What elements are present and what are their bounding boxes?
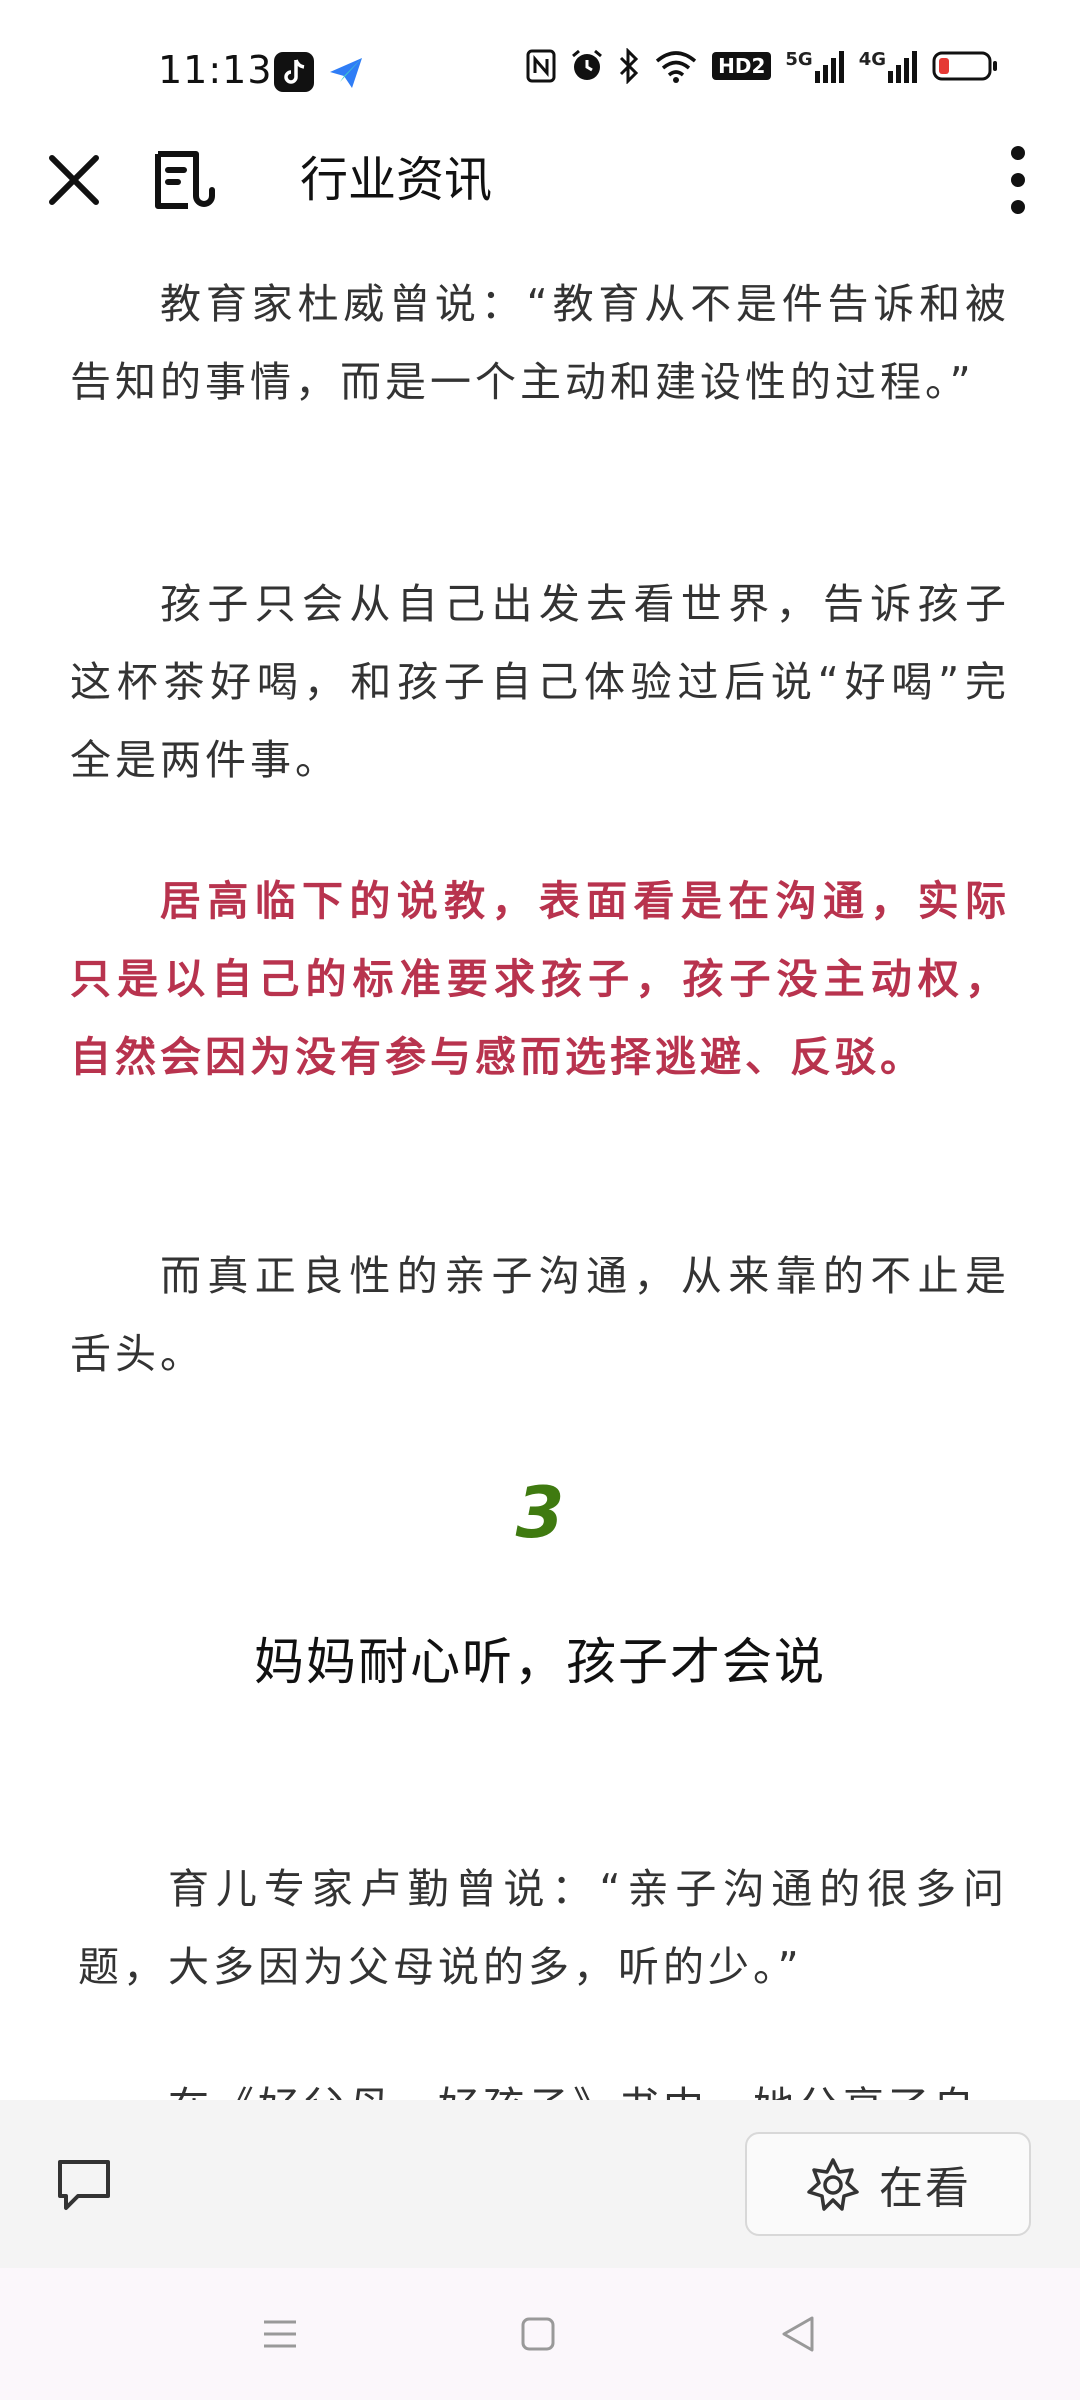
feishu-icon [326,52,366,92]
close-button[interactable] [44,150,104,210]
comment-icon [58,2160,110,2210]
nfc-icon [526,49,556,83]
alarm-icon [570,49,604,83]
zaikan-label: 在看 [879,2163,971,2214]
section-title: 妈妈耐心听，孩子才会说 [254,1633,826,1691]
app-bar: 行业资讯 [0,140,1080,240]
more-vertical-icon [1011,146,1025,214]
signal-5g-icon: 5G [785,49,844,83]
status-time: 11:13 [158,48,273,92]
bottom-action-bar: 在看 [0,2100,1080,2268]
tiktok-icon [274,52,314,92]
bluetooth-icon [618,48,640,84]
signal-4g-label: 4G [858,49,886,70]
reader-mode-icon [155,151,215,209]
home-square-icon [521,2317,555,2351]
zaikan-button[interactable]: 在看 [745,2132,1031,2236]
reader-mode-button[interactable] [152,150,218,210]
menu-lines-icon [264,2320,296,2348]
signal-4g-icon: 4G [859,49,918,83]
zaikan-flower-icon [807,2158,859,2211]
back-triangle-icon [782,2316,814,2352]
article-paragraph: 育儿专家卢勤曾说：“亲子沟通的很多问题，大多因为父母说的多，听的少。” [78,1865,1008,1991]
comment-button[interactable] [56,2158,112,2212]
battery-low-icon [932,51,998,81]
hd2-icon: HD2 [712,52,772,80]
article-paragraph: 孩子只会从自己出发去看世界，告诉孩子这杯茶好喝，和孩子自己体验过后说“好喝”完全… [70,580,1010,784]
more-options-button[interactable] [1006,145,1030,215]
article-body[interactable]: 教育家杜威曾说：“教育从不是件告诉和被告知的事情，而是一个主动和建设性的过程。”… [0,240,1080,2100]
page-title: 行业资讯 [300,152,493,208]
article-paragraph: 教育家杜威曾说：“教育从不是件告诉和被告知的事情，而是一个主动和建设性的过程。” [70,280,1010,406]
back-button[interactable] [780,2314,816,2358]
article-highlight-paragraph: 居高临下的说教，表面看是在沟通，实际只是以自己的标准要求孩子，孩子没主动权，自然… [70,877,1010,1081]
signal-5g-label: 5G [785,49,813,70]
home-button[interactable] [520,2316,556,2356]
status-app-icons [274,52,366,92]
status-bar: 11:13 HD2 5G 4G [0,0,1080,140]
article-paragraph: 在《好父母，好孩子》书中，她分享了自 [78,2068,1008,2100]
close-icon [49,155,99,205]
wifi-icon [654,49,698,83]
article-paragraph: 而真正良性的亲子沟通，从来靠的不止是舌头。 [70,1252,1010,1378]
section-number: 3 [515,1472,565,1554]
system-nav-bar [0,2268,1080,2400]
status-right-icons: HD2 5G 4G [526,48,998,84]
recent-apps-button[interactable] [262,2316,298,2356]
